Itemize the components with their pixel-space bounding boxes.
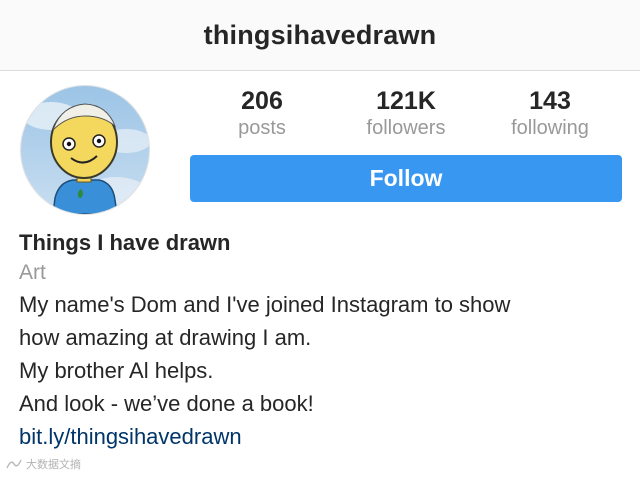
stat-posts[interactable]: 206 posts [190, 86, 334, 140]
avatar[interactable] [20, 85, 150, 215]
bio-line: And look - we’ve done a book! [19, 391, 314, 416]
bio-line: My brother Al helps. [19, 358, 214, 383]
bio-line: My name's Dom and I've joined Instagram … [19, 292, 511, 317]
watermark: 大数据文摘 [6, 456, 81, 472]
top-bar: thingsihavedrawn [0, 0, 640, 71]
profile-bio: Things I have drawn Art My name's Dom an… [19, 228, 619, 454]
stat-following[interactable]: 143 following [478, 86, 622, 140]
profile-name: Things I have drawn [19, 230, 231, 255]
watermark-logo-icon [6, 459, 22, 469]
followers-label: followers [366, 117, 446, 139]
posts-label: posts [238, 117, 286, 139]
followers-count: 121K [376, 87, 436, 115]
username-title: thingsihavedrawn [203, 19, 437, 50]
follow-button[interactable]: Follow [190, 155, 622, 202]
posts-count: 206 [241, 87, 283, 115]
stat-followers[interactable]: 121K followers [334, 86, 478, 140]
profile-stats: 206 posts 121K followers 143 following [190, 86, 622, 146]
bio-line: how amazing at drawing I am. [19, 325, 312, 350]
following-count: 143 [529, 87, 571, 115]
profile-screen: thingsihavedrawn 206 posts 121K follower… [0, 0, 640, 477]
following-label: following [511, 117, 589, 139]
watermark-text: 大数据文摘 [26, 459, 81, 471]
cartoon-face-avatar-icon [21, 86, 149, 214]
profile-category: Art [19, 261, 46, 284]
bio-link[interactable]: bit.ly/thingsihavedrawn [19, 420, 619, 454]
